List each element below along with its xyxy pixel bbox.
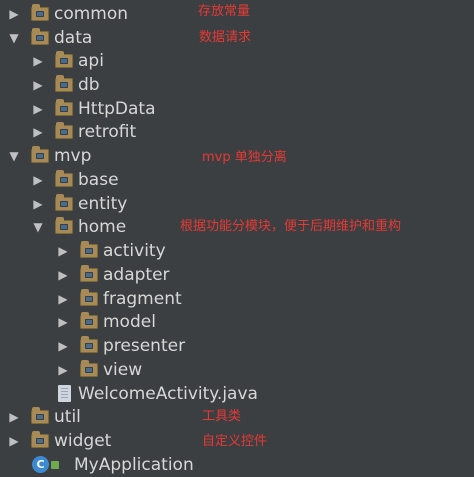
- tree-item-presenter[interactable]: ▶ presenter: [0, 334, 474, 358]
- collapse-arrow-icon[interactable]: ▼: [7, 26, 21, 50]
- annotation-common: 存放常量: [198, 4, 251, 19]
- expand-arrow-icon[interactable]: ▶: [56, 310, 70, 334]
- tree-item-label: common: [54, 4, 129, 24]
- folder-icon: [55, 51, 73, 68]
- tree-item-label: presenter: [103, 336, 186, 356]
- tree-item-label: home: [78, 217, 127, 237]
- tree-item-label: view: [103, 360, 143, 380]
- tree-item-label: fragment: [103, 289, 182, 309]
- tree-item-label: MyApplication: [74, 455, 194, 475]
- folder-icon: [55, 75, 73, 92]
- expand-arrow-icon[interactable]: ▶: [31, 192, 45, 216]
- folder-icon: [31, 28, 49, 45]
- tree-item-base[interactable]: ▶ base: [0, 168, 474, 192]
- tree-item-model[interactable]: ▶ model: [0, 310, 474, 334]
- folder-icon: [55, 170, 73, 187]
- tree-item-db[interactable]: ▶ db: [0, 73, 474, 97]
- tree-item-myapplication[interactable]: C MyApplication: [0, 453, 474, 477]
- annotation-home: 根据功能分模块，便于后期维护和重构: [180, 219, 402, 234]
- folder-icon: [80, 241, 98, 258]
- folder-icon: [31, 146, 49, 163]
- collapse-arrow-icon[interactable]: ▼: [31, 215, 45, 239]
- tree-item-adapter[interactable]: ▶ adapter: [0, 263, 474, 287]
- folder-icon: [80, 360, 98, 377]
- folder-icon: [80, 289, 98, 306]
- folder-icon: [31, 431, 49, 448]
- lock-icon: [51, 461, 59, 469]
- annotation-widget: 自定义控件: [202, 434, 268, 449]
- expand-arrow-icon[interactable]: ▶: [56, 358, 70, 382]
- tree-item-entity[interactable]: ▶ entity: [0, 192, 474, 216]
- folder-icon: [31, 407, 49, 424]
- expand-arrow-icon[interactable]: ▶: [31, 73, 45, 97]
- tree-item-label: model: [103, 312, 156, 332]
- tree-item-label: retrofit: [78, 122, 137, 142]
- annotation-mvp: mvp 单独分离: [202, 150, 287, 165]
- tree-item-label: adapter: [103, 265, 170, 285]
- folder-icon: [31, 4, 49, 21]
- tree-item-label: entity: [78, 194, 128, 214]
- java-file-icon: [58, 385, 71, 402]
- collapse-arrow-icon[interactable]: ▼: [7, 144, 21, 168]
- expand-arrow-icon[interactable]: ▶: [7, 429, 21, 453]
- folder-icon: [55, 194, 73, 211]
- tree-item-label: data: [54, 28, 93, 48]
- expand-arrow-icon[interactable]: ▶: [56, 239, 70, 263]
- expand-arrow-icon[interactable]: ▶: [7, 405, 21, 429]
- tree-item-label: db: [78, 75, 100, 95]
- java-class-icon: C: [32, 456, 49, 473]
- expand-arrow-icon[interactable]: ▶: [31, 120, 45, 144]
- expand-arrow-icon[interactable]: ▶: [31, 168, 45, 192]
- tree-item-view[interactable]: ▶ view: [0, 358, 474, 382]
- expand-arrow-icon[interactable]: ▶: [31, 97, 45, 121]
- tree-item-api[interactable]: ▶ api: [0, 49, 474, 73]
- tree-item-welcome-activity[interactable]: WelcomeActivity.java: [0, 382, 474, 406]
- tree-item-label: base: [78, 170, 119, 190]
- expand-arrow-icon[interactable]: ▶: [7, 2, 21, 26]
- tree-item-label: util: [54, 407, 81, 427]
- folder-icon: [55, 99, 73, 116]
- folder-icon: [80, 265, 98, 282]
- tree-item-httpdata[interactable]: ▶ HttpData: [0, 97, 474, 121]
- expand-arrow-icon[interactable]: ▶: [31, 49, 45, 73]
- tree-item-retrofit[interactable]: ▶ retrofit: [0, 120, 474, 144]
- tree-item-label: api: [78, 51, 104, 71]
- annotation-data: 数据请求: [199, 30, 252, 45]
- folder-icon: [80, 336, 98, 353]
- tree-item-label: widget: [54, 431, 112, 451]
- folder-icon: [80, 312, 98, 329]
- expand-arrow-icon[interactable]: ▶: [56, 334, 70, 358]
- tree-item-fragment[interactable]: ▶ fragment: [0, 287, 474, 311]
- folder-icon: [55, 122, 73, 139]
- tree-item-label: HttpData: [78, 99, 156, 119]
- expand-arrow-icon[interactable]: ▶: [56, 263, 70, 287]
- annotation-util: 工具类: [202, 409, 242, 424]
- expand-arrow-icon[interactable]: ▶: [56, 287, 70, 311]
- tree-item-activity[interactable]: ▶ activity: [0, 239, 474, 263]
- tree-item-label: mvp: [54, 146, 92, 166]
- folder-icon: [55, 217, 73, 234]
- tree-item-label: activity: [103, 241, 166, 261]
- tree-item-label: WelcomeActivity.java: [78, 384, 258, 404]
